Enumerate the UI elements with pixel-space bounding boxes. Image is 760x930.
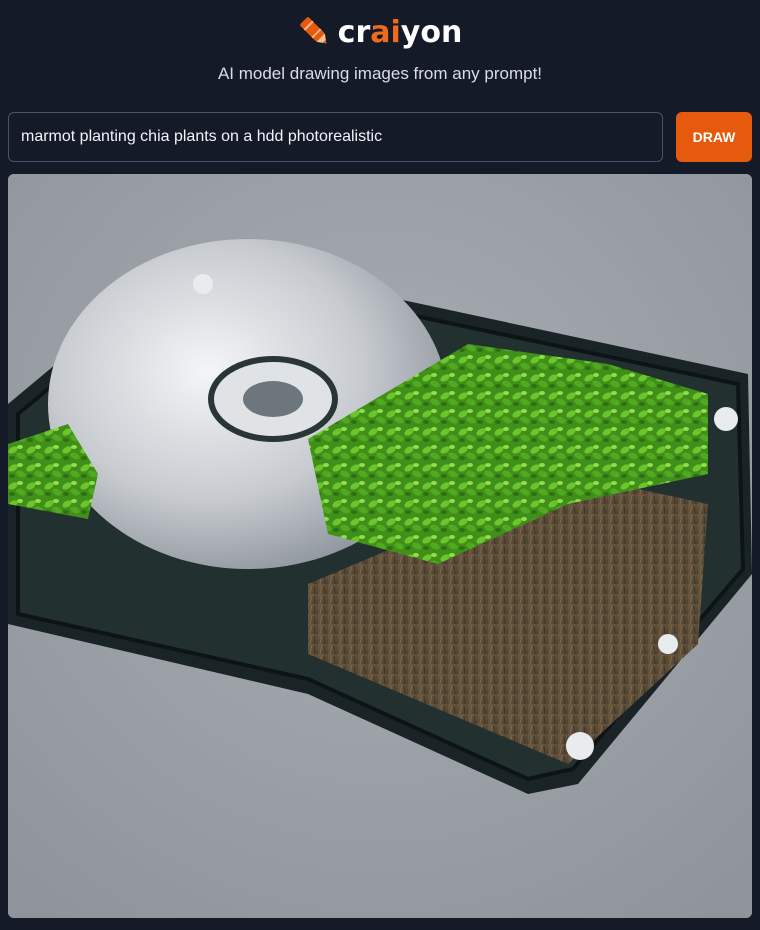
- tagline: AI model drawing images from any prompt!: [217, 64, 543, 83]
- brand-wordmark: craiyon: [338, 15, 463, 50]
- brand-part-accent: ai: [370, 14, 401, 50]
- screw-top-left: [193, 274, 213, 294]
- generated-image[interactable]: [8, 174, 752, 918]
- screw-bottom: [566, 732, 594, 760]
- draw-button[interactable]: DRAW: [676, 112, 752, 162]
- brand-part-1: cr: [337, 14, 371, 50]
- brand-part-3: yon: [400, 14, 463, 50]
- prompt-input[interactable]: [8, 112, 663, 162]
- brand-logo[interactable]: craiyon: [298, 14, 463, 50]
- hdd-spindle-center: [243, 381, 303, 417]
- prompt-row: DRAW: [8, 112, 752, 162]
- screw-mid: [658, 634, 678, 654]
- header: craiyon: [0, 10, 760, 54]
- crayon-icon: [298, 14, 332, 50]
- craiyon-page: craiyon AI model drawing images from any…: [0, 0, 760, 930]
- screw-right: [714, 407, 738, 431]
